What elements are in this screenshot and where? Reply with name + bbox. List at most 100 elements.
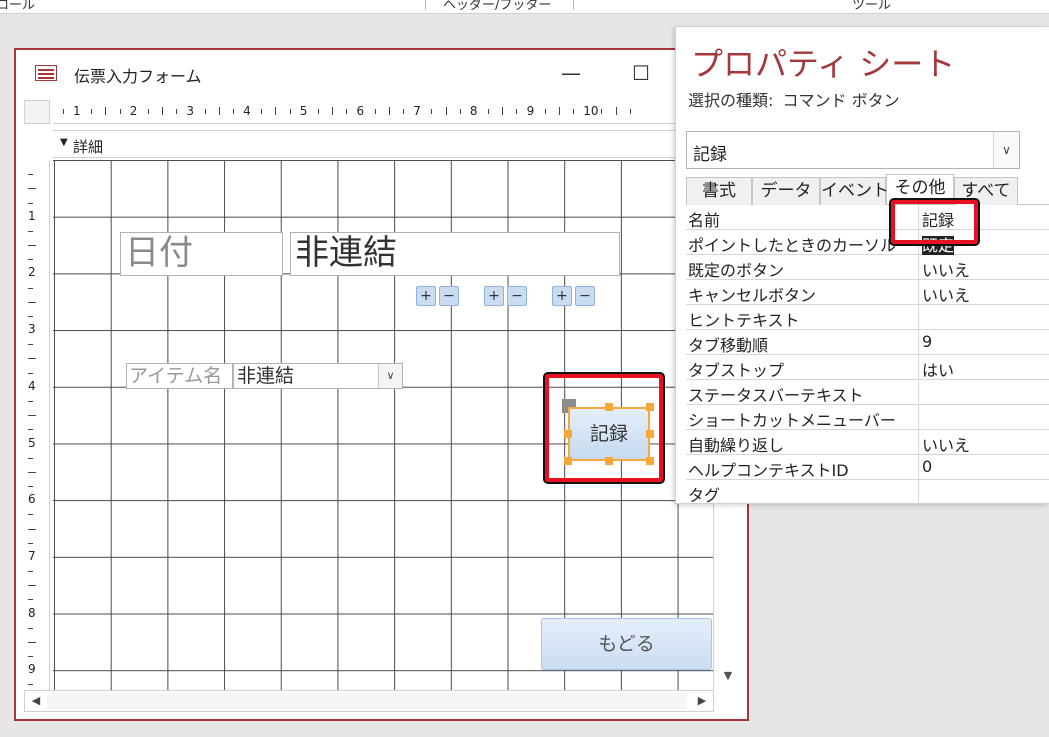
object-selector-dropdown[interactable]: 記録 ∨ (686, 131, 1020, 169)
property-value[interactable]: 9 (922, 332, 1046, 351)
column-divider (918, 405, 919, 430)
ruler-tick (28, 230, 33, 232)
ruler-number: 8 (469, 104, 478, 118)
ribbon-strip: ロール ヘッダー/フッター ツール (0, 0, 1049, 14)
property-row[interactable]: ポイントしたときのカーソル 既定 (686, 230, 1049, 255)
plus-button[interactable]: + (552, 286, 572, 306)
ruler-corner-selector[interactable] (24, 100, 50, 124)
ruler-tick (28, 457, 33, 459)
section-arrow-icon: ▼ (60, 137, 68, 148)
scroll-left-icon[interactable]: ◀ (25, 691, 47, 711)
ruler-tick (544, 109, 546, 114)
property-name: 名前 (688, 211, 721, 230)
property-name: キャンセルボタン (688, 286, 817, 305)
resize-handle[interactable] (605, 457, 613, 465)
date-label[interactable]: 日付 (120, 232, 283, 276)
ruler-tick (28, 486, 33, 488)
column-divider (918, 480, 919, 503)
ruler-tick (516, 109, 518, 114)
ruler-tick (91, 109, 93, 114)
ruler-number: 2 (28, 265, 36, 280)
resize-handle[interactable] (564, 457, 572, 465)
resize-handle[interactable] (646, 457, 654, 465)
item-combobox-value: 非連結 (237, 365, 295, 387)
resize-handle[interactable] (646, 403, 654, 411)
ruler-tick (28, 344, 33, 346)
ruler-tick (502, 107, 504, 115)
maximize-button[interactable]: ☐ (626, 60, 656, 86)
ruler-tick (28, 245, 36, 247)
property-row[interactable]: 既定のボタン いいえ (686, 255, 1049, 280)
highlight-box (889, 198, 980, 246)
plus-button[interactable]: + (416, 286, 436, 306)
back-button[interactable]: もどる (541, 618, 712, 670)
ruler-tick (28, 656, 33, 658)
ruler-tick (119, 109, 121, 114)
property-name: ヘルプコンテキストID (688, 461, 849, 480)
form-titlebar[interactable]: 伝票入力フォーム — ☐ (16, 50, 747, 97)
ruler-tick (289, 109, 291, 114)
column-divider (918, 330, 919, 355)
record-button[interactable]: 記録 (568, 407, 650, 461)
ruler-tick (601, 109, 603, 114)
scroll-down-icon[interactable]: ▼ (713, 665, 743, 687)
minus-button[interactable]: − (575, 286, 595, 306)
property-value[interactable]: いいえ (922, 282, 1046, 306)
horizontal-scrollbar[interactable]: ◀ ▶ (24, 690, 714, 712)
property-value-text: はい (922, 361, 955, 380)
scroll-right-icon[interactable]: ▶ (691, 691, 713, 711)
property-value[interactable]: いいえ (922, 432, 1046, 456)
tab-format[interactable]: 書式 (686, 177, 752, 205)
property-row[interactable]: ステータスバーテキスト (686, 380, 1049, 405)
ruler-tick (445, 107, 447, 115)
minus-button[interactable]: − (439, 286, 459, 306)
property-row[interactable]: タブ移動順 9 (686, 330, 1049, 355)
section-header-detail[interactable]: ▼ 詳細 (53, 130, 713, 158)
ruler-number: 1 (28, 208, 36, 223)
property-row[interactable]: 自動繰り返し いいえ (686, 430, 1049, 455)
tab-event[interactable]: イベント (820, 177, 889, 205)
ruler-tick (28, 372, 33, 374)
property-row[interactable]: ヘルプコンテキストID 0 (686, 455, 1049, 480)
property-row[interactable]: タブストップ はい (686, 355, 1049, 380)
scroll-thumb[interactable] (47, 693, 687, 709)
resize-handle[interactable] (646, 430, 654, 438)
ruler-number: 2 (129, 104, 138, 118)
ruler-tick (403, 109, 405, 114)
minimize-button[interactable]: — (556, 60, 586, 86)
property-row[interactable]: キャンセルボタン いいえ (686, 280, 1049, 305)
property-row[interactable]: ショートカットメニューバー (686, 405, 1049, 430)
ruler-tick (28, 599, 33, 601)
chevron-down-icon[interactable]: ∨ (993, 132, 1019, 168)
property-value-text: いいえ (922, 261, 971, 280)
property-value[interactable]: 0 (922, 457, 1046, 476)
vertical-ruler[interactable]: 1 2 3 4 5 6 7 8 9 (24, 160, 50, 690)
property-row[interactable]: ヒントテキスト (686, 305, 1049, 330)
unbound-textbox[interactable]: 非連結 (290, 232, 620, 276)
property-name: ポイントしたときのカーソル (688, 236, 897, 255)
property-name: 自動繰り返し (688, 436, 785, 455)
property-row[interactable]: 名前 記録 (686, 205, 1049, 230)
chevron-down-icon[interactable]: ∨ (378, 364, 402, 388)
ruler-tick (28, 174, 33, 176)
resize-handle[interactable] (564, 430, 572, 438)
horizontal-ruler[interactable]: 1 2 3 4 5 6 7 8 9 10 (53, 100, 713, 124)
ribbon-group-label[interactable]: ロール (0, 0, 35, 13)
ruler-tick (28, 429, 33, 431)
item-combobox[interactable]: 非連結 ∨ (233, 363, 403, 389)
property-value-text: 9 (922, 332, 933, 351)
ruler-tick (28, 542, 33, 544)
tab-data[interactable]: データ (752, 177, 820, 205)
ruler-number: 7 (413, 104, 421, 118)
plus-button[interactable]: + (484, 286, 504, 306)
property-row[interactable]: タグ (686, 480, 1049, 503)
section-label: 詳細 (73, 138, 104, 156)
minus-button[interactable]: − (507, 286, 527, 306)
resize-handle[interactable] (605, 403, 613, 411)
property-value[interactable]: いいえ (922, 257, 1046, 281)
item-name-label[interactable]: アイテム名 (126, 363, 233, 389)
ruler-number: 4 (28, 378, 36, 393)
property-value[interactable]: はい (922, 357, 1046, 381)
ribbon-group-label[interactable]: ツール (852, 0, 891, 13)
ribbon-group-label[interactable]: ヘッダー/フッター (443, 0, 551, 13)
